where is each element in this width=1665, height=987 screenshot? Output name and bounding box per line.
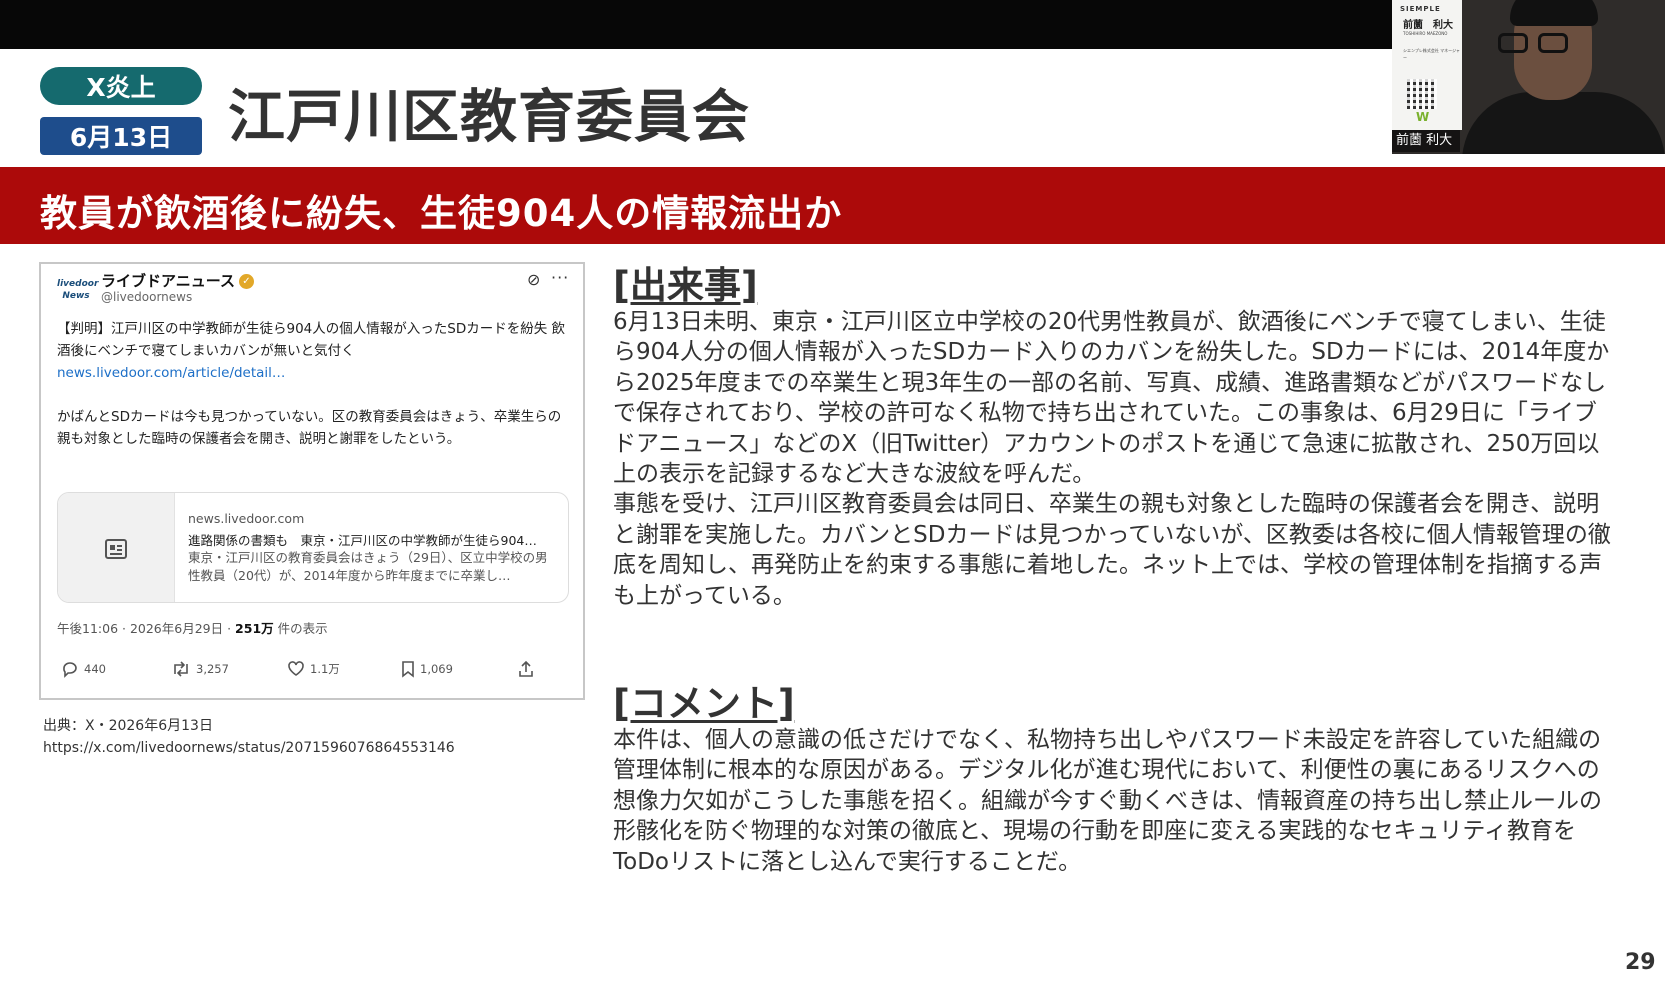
reply-count: 440: [84, 662, 106, 676]
tweet-card: livedoor News ライブドアニュース ✓ @livedoornews ⊘…: [39, 262, 585, 700]
comment-body: 本件は、個人の意識の低さだけでなく、私物持ち出しやパスワード未設定を許容していた…: [613, 725, 1613, 877]
repost-button[interactable]: 3,257: [171, 660, 229, 678]
like-count: 1.1万: [310, 661, 340, 676]
livedoor-logo: livedoor News: [57, 279, 99, 301]
card-description: 東京・江戸川区の教育委員会はきょう（29日）、区立中学校の男性教員（20代）が、…: [188, 550, 548, 583]
reply-button[interactable]: 440: [61, 660, 106, 678]
event-paragraph-2: 事態を受け、江戸川区教育委員会は同日、卒業生の親も対象とした臨時の保護者会を開き…: [613, 491, 1611, 609]
card-brand: SIEMPLE: [1400, 5, 1441, 13]
card-title: 進路関係の書類も 東京・江戸川区の中学教師が生徒ら904…: [188, 533, 537, 548]
business-card: SIEMPLE 前薗 利大 TOSHIHIRO MAEZONO シエンプレ株式会…: [1392, 0, 1462, 130]
like-button[interactable]: 1.1万: [287, 660, 340, 677]
tweet-views-suffix: 件の表示: [273, 621, 328, 636]
tweet-actions: 440 3,257 1.1万 1,069: [57, 660, 569, 682]
source-line-1: 出典：X・2026年6月13日: [43, 718, 213, 734]
card-domain: news.livedoor.com: [188, 511, 305, 526]
tweet-text-1: 【判明】江戸川区の中学教師が生徒ら904人の個人情報が入ったSDカードを紛失 飲…: [57, 321, 566, 359]
glasses-icon: [1538, 33, 1568, 53]
presenter-caption: 前薗 利大: [1392, 130, 1461, 152]
link-preview-card[interactable]: news.livedoor.com 進路関係の書類も 東京・江戸川区の中学教師が…: [57, 492, 569, 603]
presenter-hair: [1510, 0, 1598, 26]
event-body: 6月13日未明、東京・江戸川区立中学校の20代男性教員が、飲酒後にベンチで寝てし…: [613, 307, 1613, 611]
reply-icon: [63, 662, 77, 678]
tweet-handle: @livedoornews: [101, 290, 193, 304]
tweet-body: 【判明】江戸川区の中学教師が生徒ら904人の個人情報が入ったSDカードを紛失 飲…: [57, 318, 569, 450]
event-heading: [出来事]: [613, 264, 758, 307]
share-icon: [519, 660, 533, 677]
more-icon[interactable]: ···: [551, 268, 569, 287]
webcam-overlay: SIEMPLE 前薗 利大 TOSHIHIRO MAEZONO シエンプレ株式会…: [1392, 0, 1665, 154]
tweet-author-name: ライブドアニュース: [101, 272, 235, 290]
tweet-author: ライブドアニュース ✓: [101, 270, 254, 291]
tweet-time: 午後11:06 · 2026年6月29日 ·: [57, 621, 236, 636]
share-button[interactable]: [517, 660, 540, 678]
headline: 教員が飲酒後に紛失、生徒904人の情報流出か: [40, 192, 843, 235]
bookmark-count: 1,069: [420, 662, 453, 676]
event-paragraph-1: 6月13日未明、東京・江戸川区立中学校の20代男性教員が、飲酒後にベンチで寝てし…: [613, 309, 1610, 488]
slide: X炎上 6月13日 江戸川区教育委員会 教員が飲酒後に紛失、生徒904人の情報流…: [0, 49, 1665, 987]
presenter-body: [1462, 92, 1665, 154]
card-name: 前薗 利大: [1403, 20, 1453, 31]
tweet-meta: 午後11:06 · 2026年6月29日 · 251万 件の表示: [57, 618, 328, 637]
source-citation: 出典：X・2026年6月13日 https://x.com/livedoorne…: [43, 715, 455, 759]
comment-heading: [コメント]: [613, 682, 795, 725]
tweet-link[interactable]: news.livedoor.com/article/detail…: [57, 362, 569, 384]
glasses-icon: [1498, 33, 1528, 53]
bookmark-button[interactable]: 1,069: [401, 660, 453, 678]
repost-count: 3,257: [196, 662, 229, 676]
comment-paragraph: 本件は、個人の意識の低さだけでなく、私物持ち出しやパスワード未設定を許容していた…: [613, 727, 1602, 875]
article-icon: [58, 493, 175, 602]
x-flame-tag: X炎上: [40, 67, 202, 105]
page-number: 29: [1625, 950, 1656, 975]
org-title: 江戸川区教育委員会: [228, 84, 750, 150]
like-icon: [288, 661, 304, 676]
verified-icon: ✓: [238, 274, 254, 289]
grok-icon[interactable]: ⊘: [527, 270, 540, 289]
repost-icon: [174, 661, 188, 677]
bookmark-icon: [402, 661, 414, 678]
w-logo-icon: W: [1416, 110, 1430, 124]
source-url: https://x.com/livedoornews/status/207159…: [43, 740, 455, 756]
date-tag: 6月13日: [40, 117, 202, 155]
card-roman: TOSHIHIRO MAEZONO: [1403, 31, 1448, 36]
tweet-text-2: かばんとSDカードは今も見つかっていない。区の教育委員会はきょう、卒業生らの親も…: [57, 409, 562, 447]
tweet-views: 251万: [235, 621, 274, 636]
headline-band: 教員が飲酒後に紛失、生徒904人の情報流出か: [0, 167, 1665, 244]
card-company: シエンプレ株式会社 マネージャー: [1403, 48, 1460, 60]
